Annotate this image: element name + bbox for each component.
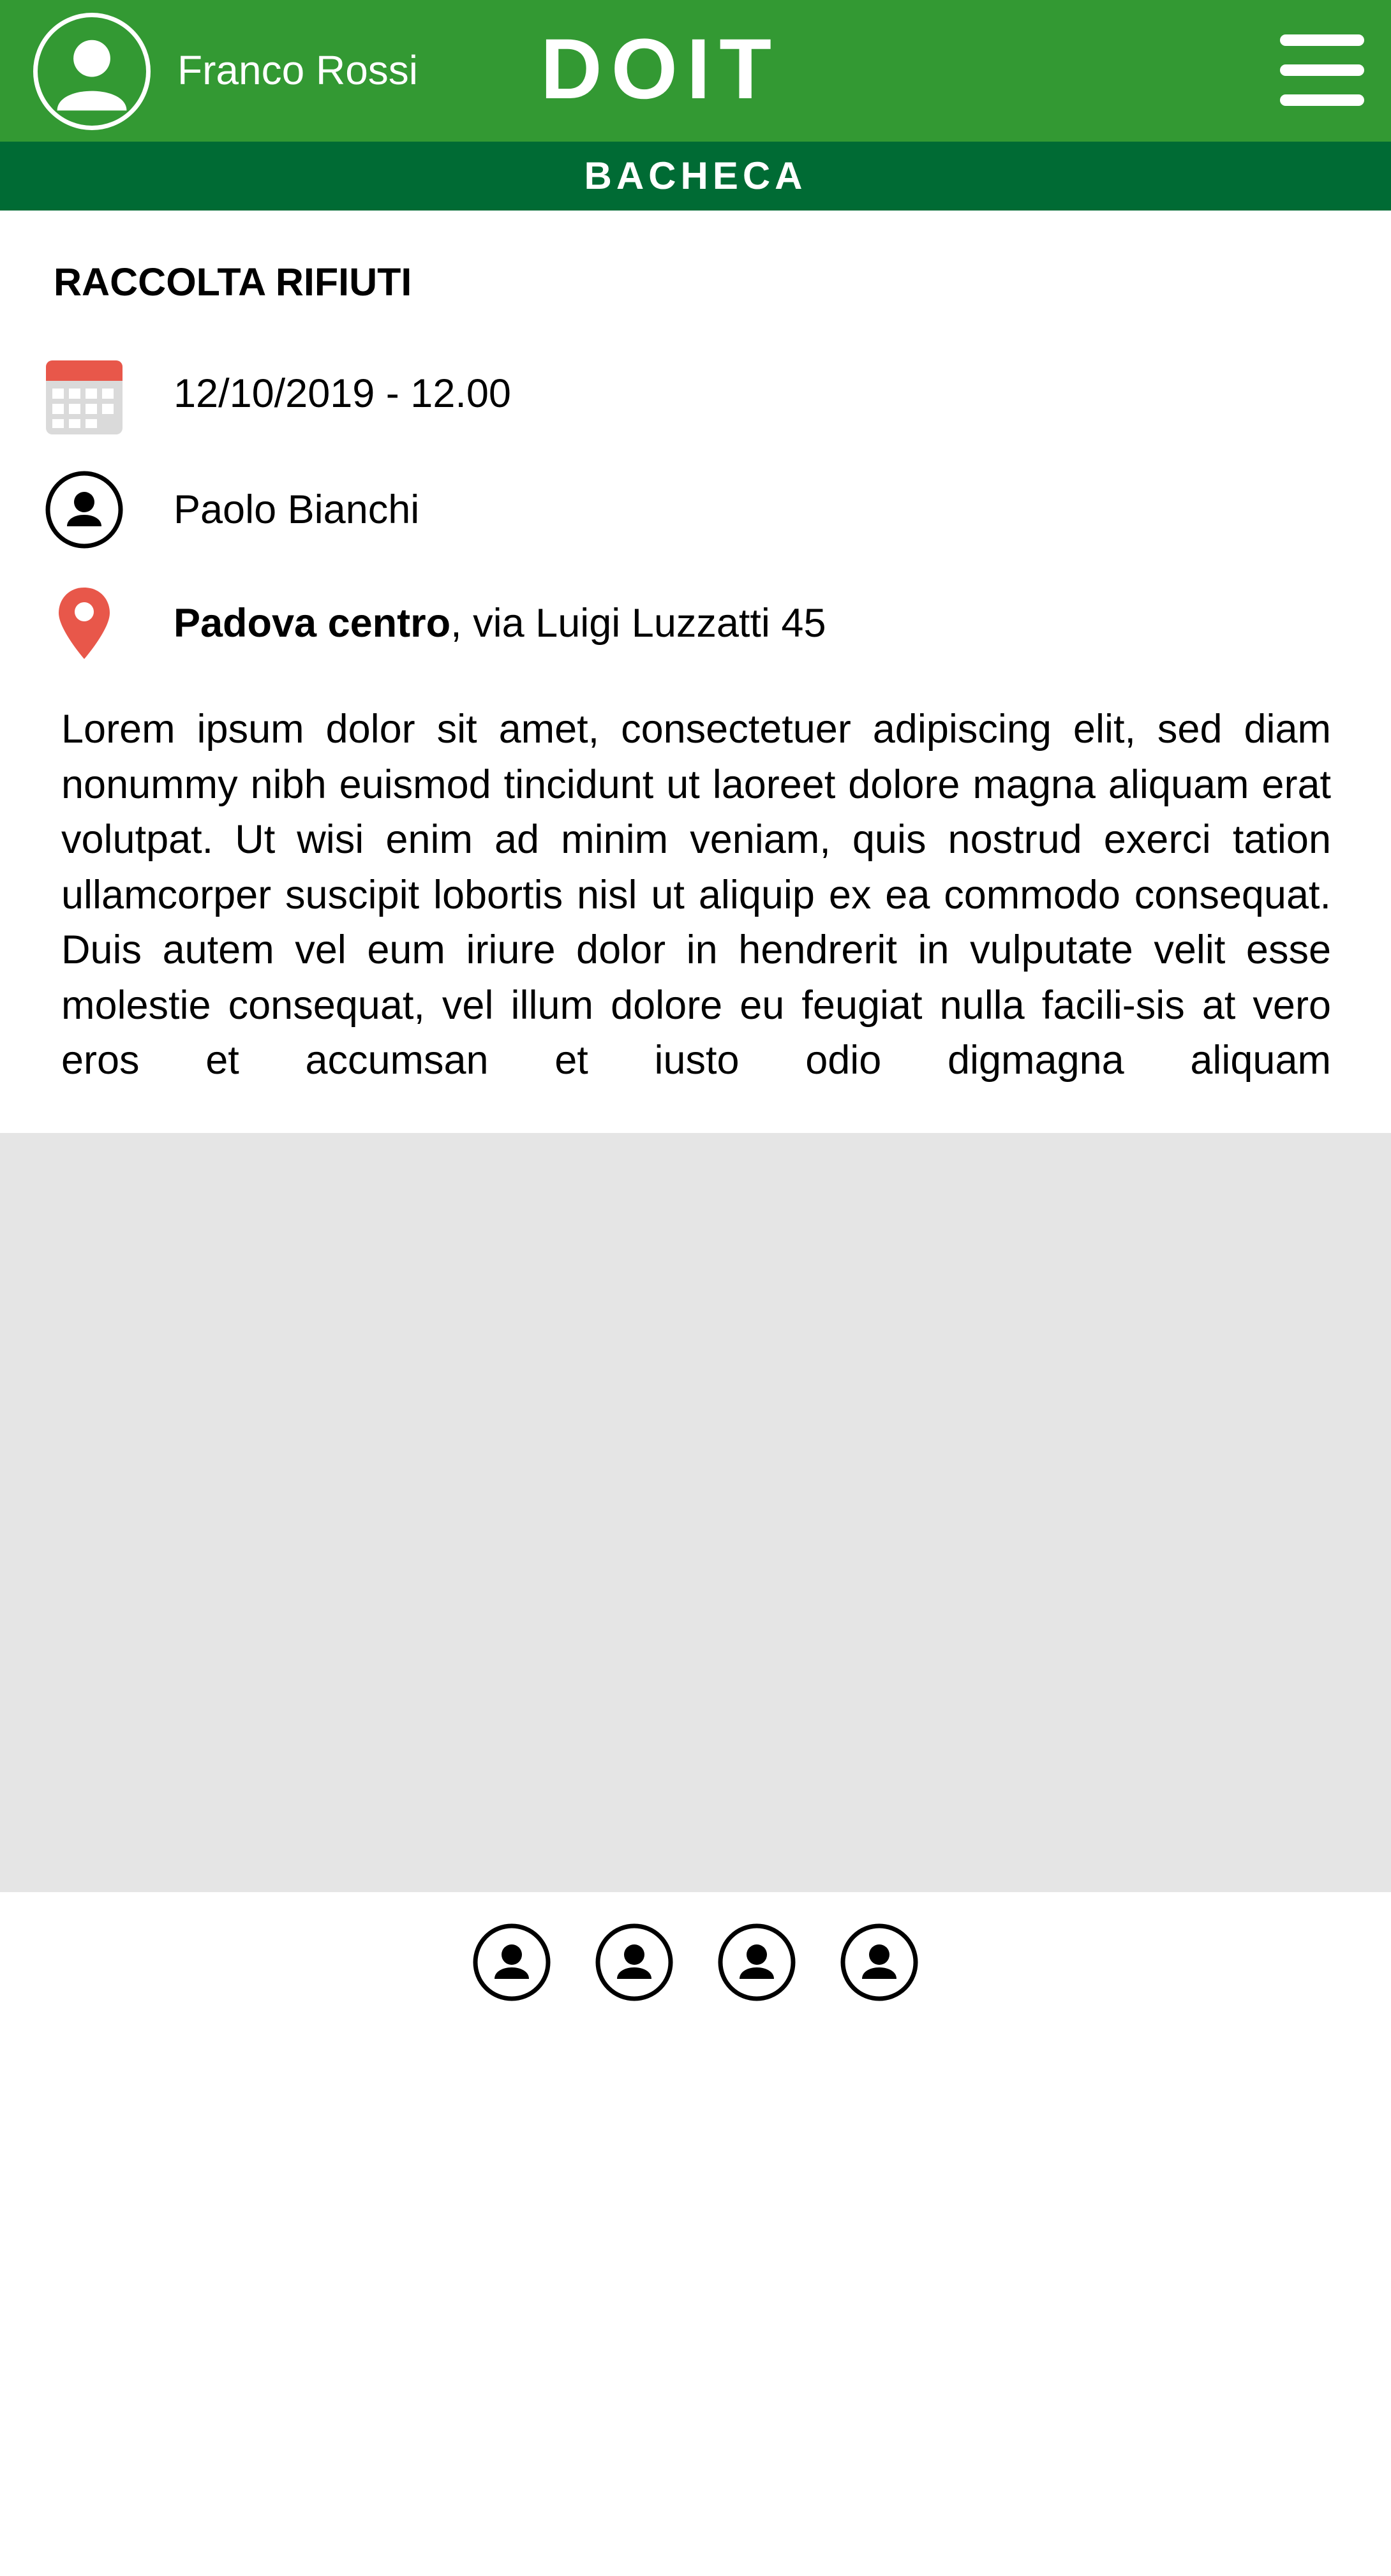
menu-bar (1280, 34, 1364, 46)
user-icon (45, 470, 124, 549)
participant-user-icon[interactable] (717, 1923, 796, 2002)
post-date-time: 12/10/2019 - 12.00 (174, 371, 511, 416)
section-title: BACHECA (584, 154, 807, 197)
post-description: Lorem ipsum dolor sit amet, consectetuer… (61, 707, 1331, 1083)
post-organizer[interactable]: Paolo Bianchi (174, 484, 419, 535)
post-organizer-row: Paolo Bianchi (0, 470, 1391, 553)
post-date-row: 12/10/2019 - 12.00 (0, 355, 1391, 438)
post-location-row: Padova centro, via Luigi Luzzatti 45 (0, 584, 1391, 667)
map-pin-icon (45, 584, 124, 663)
app-header: Franco Rossi DOIT (0, 0, 1391, 142)
menu-bar (1280, 64, 1364, 76)
hamburger-menu-icon[interactable] (1280, 34, 1364, 106)
participant-user-icon[interactable] (472, 1923, 551, 2002)
app-title: DOIT (540, 22, 781, 117)
post-image-placeholder (0, 1133, 1391, 1892)
participant-user-icon[interactable] (595, 1923, 674, 2002)
menu-bar (1280, 94, 1364, 106)
location-name: Padova centro (174, 601, 451, 646)
participants-list (0, 1923, 1391, 2006)
post-title: RACCOLTA RIFIUTI (54, 260, 412, 304)
calendar-icon (45, 358, 124, 437)
post-location[interactable]: Padova centro, via Luigi Luzzatti 45 (174, 598, 826, 649)
section-header: BACHECA (0, 142, 1391, 211)
participant-user-icon[interactable] (840, 1923, 919, 2002)
location-address: , via Luigi Luzzatti 45 (450, 601, 826, 646)
